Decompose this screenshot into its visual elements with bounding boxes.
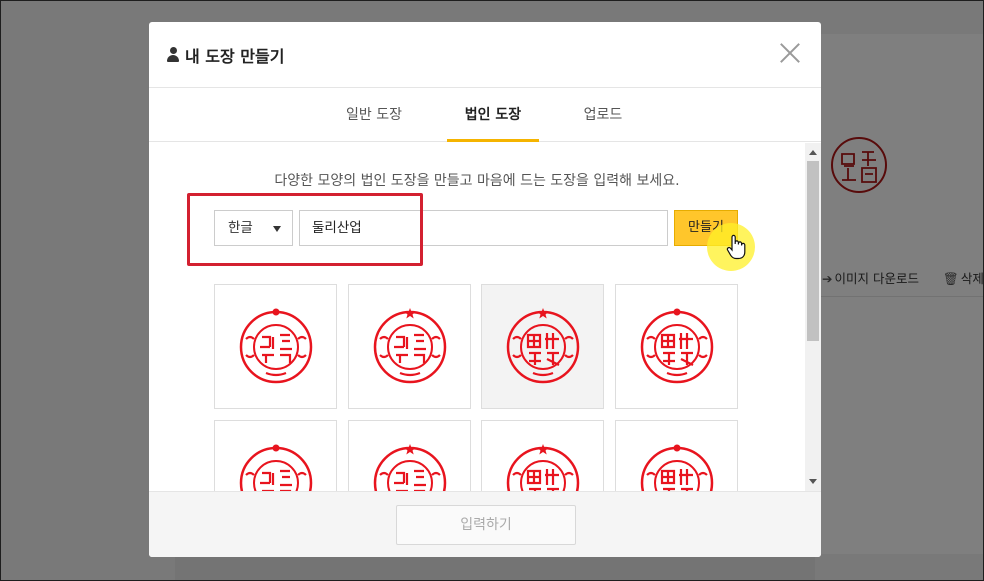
seal-image (506, 444, 580, 491)
scroll-thumb[interactable] (807, 161, 819, 341)
seal-image (239, 444, 313, 491)
seal-image (506, 308, 580, 384)
seal-option[interactable] (615, 284, 738, 409)
language-select-value: 한글 (228, 220, 253, 236)
seal-option[interactable] (481, 420, 604, 491)
tab-corporate-seal[interactable]: 법인 도장 (447, 88, 539, 142)
seal-image (239, 308, 313, 384)
seal-type-tabs: 일반 도장 법인 도장 업로드 (149, 88, 821, 142)
seal-image (373, 444, 447, 491)
seal-name-input[interactable]: 둘리산업 (299, 210, 668, 246)
user-icon (167, 47, 179, 62)
scroll-down-arrow-icon[interactable] (809, 479, 817, 484)
scroll-up-arrow-icon[interactable] (809, 150, 817, 155)
submit-button[interactable]: 입력하기 (396, 505, 576, 545)
seal-option[interactable] (348, 284, 471, 409)
seal-option[interactable] (615, 420, 738, 491)
close-icon[interactable] (779, 42, 801, 64)
vertical-scrollbar[interactable] (805, 143, 821, 491)
make-seal-button[interactable]: 만들기 (674, 210, 738, 246)
dropdown-arrow-icon (273, 226, 281, 232)
modal-body: 다양한 모양의 법인 도장을 만들고 마음에 드는 도장을 입력해 보세요. 한… (149, 143, 821, 491)
seal-image (640, 308, 714, 384)
seal-option[interactable] (348, 420, 471, 491)
modal-footer: 입력하기 (149, 491, 821, 557)
tab-general-seal[interactable]: 일반 도장 (330, 88, 418, 142)
seal-option[interactable] (214, 284, 337, 409)
modal-title: 내 도장 만들기 (185, 46, 285, 66)
create-seal-modal: 내 도장 만들기 일반 도장 법인 도장 업로드 다양한 모양의 법인 도장을 … (149, 22, 821, 557)
tab-upload[interactable]: 업로드 (559, 88, 647, 142)
seal-option[interactable] (481, 284, 604, 409)
seal-image (640, 444, 714, 491)
seal-option[interactable] (214, 420, 337, 491)
modal-header: 내 도장 만들기 (149, 22, 821, 88)
seal-image (373, 308, 447, 384)
description-text: 다양한 모양의 법인 도장을 만들고 마음에 드는 도장을 입력해 보세요. (274, 173, 680, 189)
language-select[interactable]: 한글 (214, 210, 293, 246)
